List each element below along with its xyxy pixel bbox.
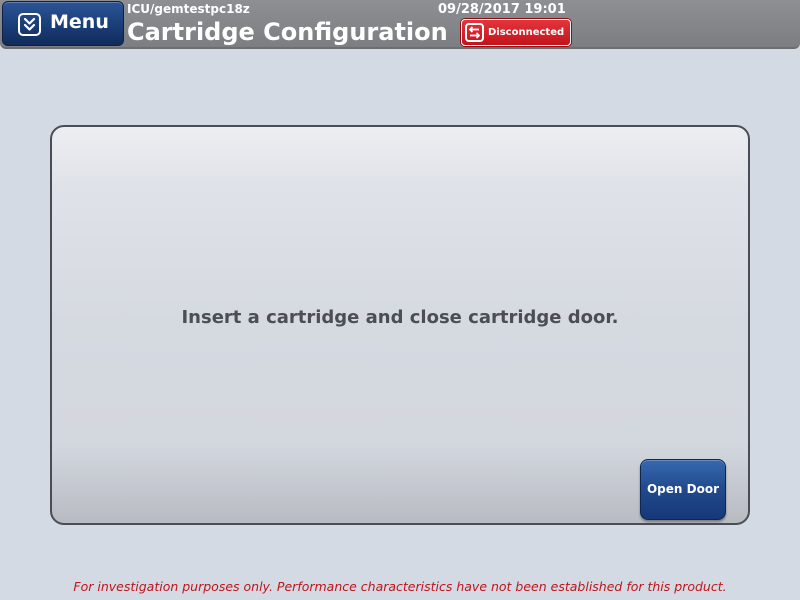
screen: Menu ICU/gemtestpc18z 09/28/2017 19:01 C… xyxy=(0,0,800,600)
open-door-button[interactable]: Open Door xyxy=(640,459,726,520)
datetime-label: 09/28/2017 19:01 xyxy=(438,2,566,17)
disclaimer-text: For investigation purposes only. Perform… xyxy=(73,579,727,594)
open-door-label: Open Door xyxy=(646,482,720,496)
status-label: Disconnected xyxy=(488,27,565,38)
page-title: Cartridge Configuration xyxy=(127,18,448,46)
instruction-text: Insert a cartridge and close cartridge d… xyxy=(181,307,619,328)
swap-arrows-icon xyxy=(465,23,484,42)
location-label: ICU/gemtestpc18z xyxy=(127,2,250,16)
chevron-double-down-icon xyxy=(18,13,41,36)
header-bar: Menu ICU/gemtestpc18z 09/28/2017 19:01 C… xyxy=(0,0,800,49)
menu-button[interactable]: Menu xyxy=(2,1,124,46)
connection-status-badge[interactable]: Disconnected xyxy=(461,19,571,46)
cartridge-panel: Insert a cartridge and close cartridge d… xyxy=(50,125,750,525)
menu-label: Menu xyxy=(50,11,109,33)
